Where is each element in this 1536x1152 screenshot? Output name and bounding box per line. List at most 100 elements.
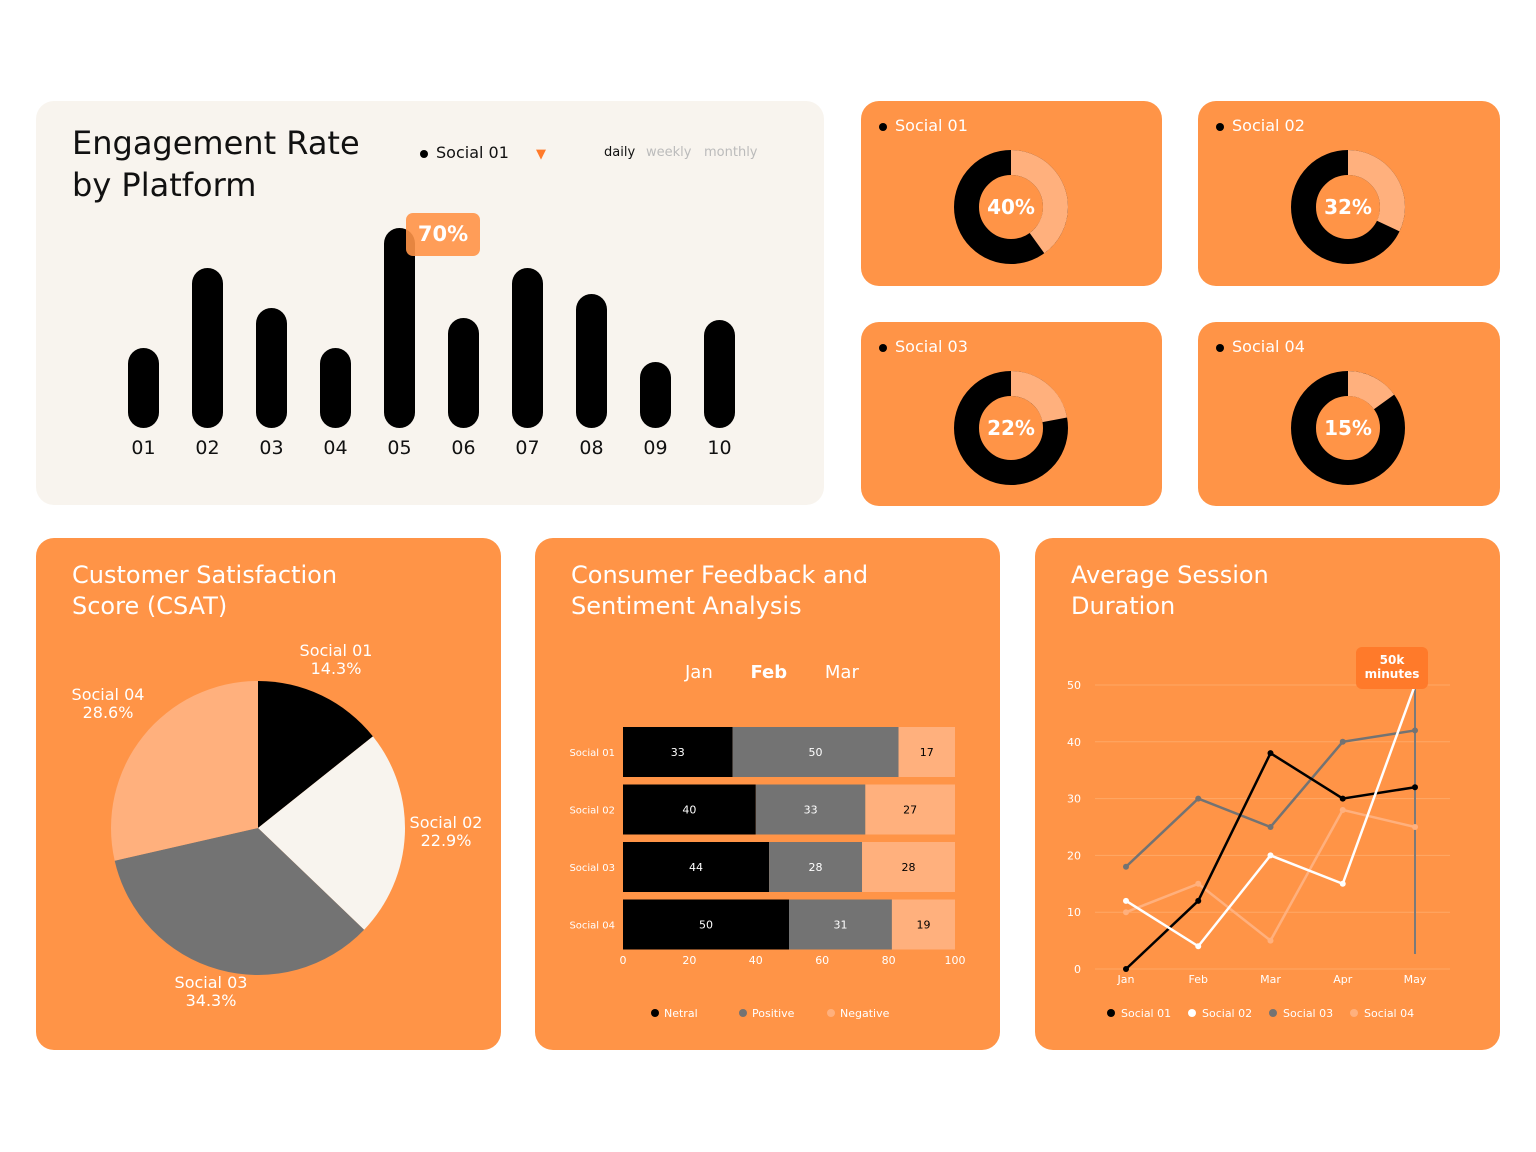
bar-09[interactable]	[640, 362, 671, 428]
x-tick-label: 20	[682, 954, 696, 967]
engagement-bar-chart: 01 02 03 04 05 06 07 08 09 10 70%	[128, 213, 735, 459]
data-point[interactable]	[1339, 795, 1346, 802]
data-point[interactable]	[1412, 824, 1418, 830]
bar-10[interactable]	[704, 320, 735, 428]
segment-value: 44	[689, 861, 703, 874]
donut-value: 22%	[987, 416, 1035, 440]
y-tick-label: 20	[1067, 849, 1081, 862]
segment-value: 31	[833, 919, 847, 932]
donut-value: 32%	[1324, 195, 1372, 219]
segment-value: 40	[682, 804, 696, 817]
segment-value: 19	[916, 919, 930, 932]
donut-chart-social-02: 32%	[1291, 150, 1405, 264]
data-point[interactable]	[1267, 937, 1274, 944]
pie-label-value: 22.9%	[421, 831, 472, 850]
segment-value: 33	[671, 746, 685, 759]
legend-label: Social 02	[1202, 1007, 1252, 1020]
data-point[interactable]	[1195, 943, 1202, 950]
tick-label: 10	[707, 437, 731, 459]
data-point[interactable]	[1267, 750, 1274, 757]
donut-card-social-04: Social 04 15%	[1198, 322, 1500, 506]
highlight-label: 70%	[418, 222, 468, 246]
feedback-card: Consumer Feedback and Sentiment Analysis…	[535, 538, 1000, 1050]
x-tick-label: 40	[749, 954, 763, 967]
legend-label: Social 03	[1283, 1007, 1333, 1020]
tick-label: 02	[195, 437, 219, 459]
csat-pie-chart: Social 0114.3% Social 0222.9% Social 0334.…	[72, 641, 483, 1010]
pie-label-value: 14.3%	[311, 659, 362, 678]
tick-label: 07	[515, 437, 539, 459]
legend-label: Positive	[752, 1007, 795, 1020]
session-card: Average Session Duration 0 10 20 30 40 50 Jan F…	[1035, 538, 1500, 1050]
data-point[interactable]	[1339, 806, 1346, 813]
legend-dot	[1107, 1009, 1115, 1017]
segment-value: 27	[903, 804, 917, 817]
tick-label: 08	[579, 437, 603, 459]
data-point[interactable]	[1195, 880, 1202, 887]
data-point[interactable]	[1123, 863, 1129, 870]
data-point[interactable]	[1123, 909, 1129, 916]
bar-08[interactable]	[576, 294, 607, 428]
data-point[interactable]	[1267, 824, 1274, 830]
tick-label: 04	[323, 437, 347, 459]
bar-07[interactable]	[512, 268, 543, 428]
data-point[interactable]	[1123, 966, 1129, 972]
data-point[interactable]	[1123, 897, 1129, 904]
legend-label: Negative	[840, 1007, 890, 1020]
bar-05[interactable]	[384, 228, 415, 428]
data-point[interactable]	[1412, 727, 1418, 734]
y-tick-label: 50	[1067, 679, 1081, 692]
legend-dot	[1269, 1009, 1277, 1017]
x-tick-label: May	[1404, 973, 1427, 986]
x-tick-label: 60	[815, 954, 829, 967]
row-label: Social 04	[569, 921, 615, 932]
line-social-01[interactable]	[1125, 751, 1416, 970]
donut-card-social-02: Social 02 32%	[1198, 101, 1500, 286]
donut-card-social-01: Social 01 40%	[861, 101, 1162, 286]
pie-label-name: Social 04	[72, 685, 145, 704]
tick-label: 09	[643, 437, 667, 459]
row-label: Social 01	[569, 748, 615, 759]
pie-label-name: Social 03	[175, 973, 248, 992]
y-tick-label: 0	[1074, 963, 1081, 976]
pie-label-name: Social 02	[410, 813, 483, 832]
data-point[interactable]	[1195, 897, 1202, 904]
segment-value: 17	[920, 746, 934, 759]
y-tick-label: 10	[1067, 906, 1081, 919]
data-point[interactable]	[1195, 795, 1202, 802]
donut-chart-social-01: 40%	[954, 150, 1068, 264]
feedback-stacked-bar-chart: Social 01 33 50 17 Social 02 40 33 27 Social 03 4…	[569, 727, 966, 1020]
segment-value: 28	[809, 861, 823, 874]
donut-chart-social-04: 15%	[1291, 371, 1405, 485]
csat-card: Customer Satisfaction Score (CSAT) Socia…	[36, 538, 501, 1050]
x-tick-label: Feb	[1189, 973, 1208, 986]
bar-01[interactable]	[128, 348, 159, 428]
segment-value: 28	[902, 861, 916, 874]
data-point[interactable]	[1339, 880, 1346, 887]
tick-label: 06	[451, 437, 475, 459]
y-tick-label: 40	[1067, 736, 1081, 749]
tick-label: 03	[259, 437, 283, 459]
legend-label: Netral	[664, 1007, 698, 1020]
bar-04[interactable]	[320, 348, 351, 428]
legend-dot	[739, 1009, 747, 1017]
bar-03[interactable]	[256, 308, 287, 428]
legend-dot	[827, 1009, 835, 1017]
x-tick-label: 100	[945, 954, 966, 967]
donut-value: 40%	[987, 195, 1035, 219]
bar-06[interactable]	[448, 318, 479, 428]
donut-card-social-03: Social 03 22%	[861, 322, 1162, 506]
data-point[interactable]	[1339, 738, 1346, 745]
pie-label-name: Social 01	[300, 641, 373, 660]
donut-value: 15%	[1324, 416, 1372, 440]
bar-02[interactable]	[192, 268, 223, 428]
donut-chart-social-03: 22%	[954, 371, 1068, 485]
x-tick-label: Mar	[1260, 973, 1281, 986]
pie-label-value: 28.6%	[83, 703, 134, 722]
x-tick-label: Apr	[1333, 973, 1353, 986]
segment-value: 50	[809, 746, 823, 759]
y-tick-label: 30	[1067, 793, 1081, 806]
data-point[interactable]	[1412, 784, 1418, 791]
segment-value: 50	[699, 919, 713, 932]
data-point[interactable]	[1267, 852, 1274, 859]
